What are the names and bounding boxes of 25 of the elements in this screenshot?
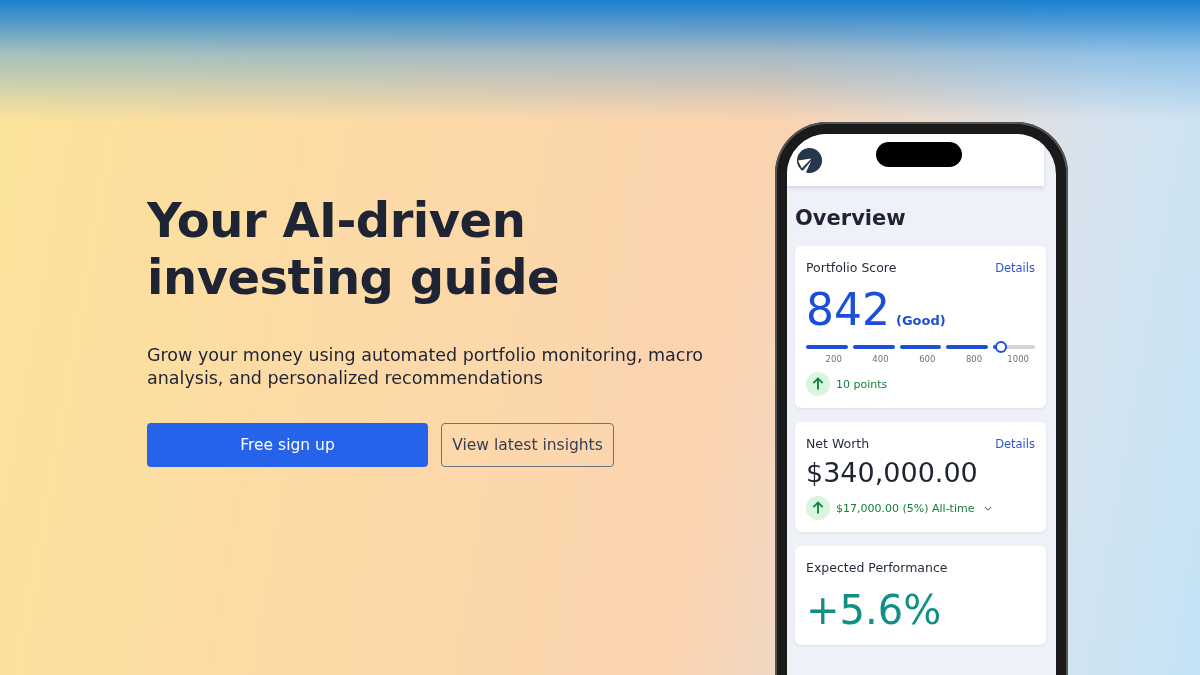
arrow-up-icon: [806, 496, 830, 520]
net-worth-change: $17,000.00 (5%) All-time: [836, 501, 975, 515]
chevron-down-icon[interactable]: [984, 505, 993, 511]
score-value: 842: [806, 285, 890, 335]
sign-up-button[interactable]: Free sign up: [147, 423, 428, 467]
hero-heading: Your AI-driven investing guide: [147, 192, 561, 306]
details-link[interactable]: Details: [995, 261, 1035, 275]
screen-title: Overview: [795, 206, 907, 230]
insights-button[interactable]: View latest insights: [441, 423, 614, 467]
card-title: Net Worth: [806, 436, 870, 451]
tick-label: 600: [918, 354, 937, 364]
net-worth-value: $340,000.00: [806, 457, 979, 488]
logo-icon: [796, 147, 823, 174]
hero-subtitle: Grow your money using automated portfolio monitoring, macro analysis, and personalized recommendations: [147, 344, 704, 390]
details-link[interactable]: Details: [995, 437, 1035, 451]
tick-label: 400: [871, 354, 890, 364]
card-title: Expected Performance: [806, 560, 948, 575]
performance-value: +5.6%: [806, 587, 943, 633]
tick-label: 1000: [1006, 354, 1030, 364]
arrow-up-icon: [806, 372, 830, 396]
tick-label: 200: [824, 354, 843, 364]
score-rating: (Good): [896, 313, 946, 328]
card-title: Portfolio Score: [806, 260, 897, 275]
tick-label: 800: [964, 354, 984, 364]
score-change: 10 points: [836, 377, 888, 391]
